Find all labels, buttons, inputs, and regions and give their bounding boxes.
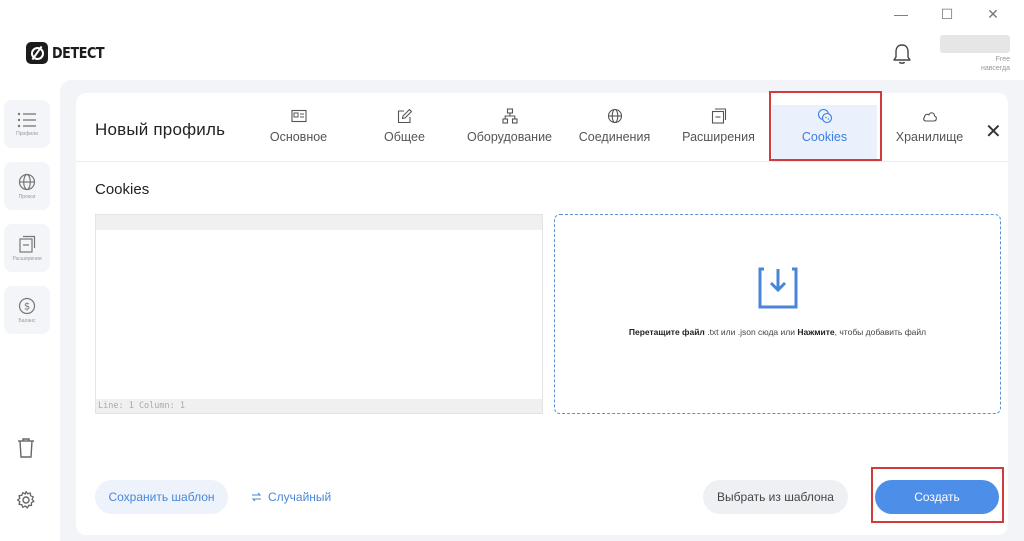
app-logo: DETECT (26, 42, 113, 64)
tab-label: Оборудование (466, 130, 553, 144)
cookie-editor[interactable]: Line: 1 Column: 1 (95, 214, 543, 414)
modal-title: Новый профиль (95, 120, 226, 139)
svg-text:$: $ (24, 301, 30, 312)
sidebar-item-proxy[interactable]: Прокси (4, 162, 50, 210)
dropzone-text-part: , чтобы добавить файл (834, 327, 927, 337)
trash-icon[interactable] (16, 437, 36, 459)
tab-general[interactable]: Общее (352, 105, 457, 161)
file-dropzone[interactable]: Перетащите файл .txt или .json сюда или … (554, 214, 1001, 414)
dollar-icon: $ (18, 297, 36, 314)
section-title: Cookies (95, 181, 150, 198)
id-card-icon (290, 109, 307, 123)
editor-status-bar: Line: 1 Column: 1 (96, 399, 542, 413)
logo-icon (26, 42, 48, 64)
tab-label: Соединения (578, 130, 651, 144)
close-window-button[interactable]: ✕ (970, 4, 1016, 24)
sidebar-item-label: Прокси (18, 193, 36, 200)
highlight-annotation (871, 467, 1004, 523)
random-button-label: Случайный (268, 490, 332, 504)
plan-duration: навсегда (980, 65, 1010, 72)
dropzone-click-link[interactable]: Нажмите (797, 327, 834, 337)
list-icon (17, 112, 36, 127)
current-line-highlight (96, 215, 542, 230)
maximize-button[interactable]: ☐ (924, 4, 970, 24)
tab-extensions[interactable]: Расширения (666, 105, 771, 161)
save-template-button[interactable]: Сохранить шаблон (95, 480, 228, 514)
extensions-icon (19, 235, 36, 253)
sidebar-item-label: Баланс (18, 317, 36, 324)
sidebar-item-balance[interactable]: $ Баланс (4, 286, 50, 334)
globe-icon (18, 173, 36, 190)
tab-label: Основное (269, 130, 328, 144)
window-controls: — ☐ ✕ (878, 4, 1016, 24)
user-account[interactable]: Free навсегда (940, 35, 1010, 73)
sidebar-item-label: Профили (16, 130, 38, 137)
tab-basic[interactable]: Основное (246, 105, 351, 161)
dropzone-text-bold: Перетащите файл (628, 327, 705, 337)
user-avatar (940, 35, 1010, 53)
sidebar-item-extensions[interactable]: Расширения (4, 224, 50, 272)
highlight-annotation (769, 91, 882, 161)
random-button[interactable]: Случайный (251, 480, 331, 514)
sidebar: Профили Прокси Расширения $ Баланс (0, 92, 56, 541)
minimize-button[interactable]: — (878, 4, 924, 24)
cloud-icon (922, 112, 937, 122)
tab-label: Хранилище (895, 130, 964, 144)
brand-name: DETECT (52, 44, 105, 62)
edit-icon (397, 108, 412, 124)
extensions-icon (711, 108, 726, 124)
plan-label: Free (995, 56, 1010, 63)
tab-label: Расширения (682, 130, 755, 144)
download-icon (758, 267, 798, 309)
globe-icon (607, 108, 622, 124)
sidebar-item-profiles[interactable]: Профили (4, 100, 50, 148)
dropzone-text-part: .txt или .json сюда или (704, 327, 798, 337)
tab-hardware[interactable]: Оборудование (457, 105, 562, 161)
gear-icon[interactable] (16, 490, 36, 510)
divider (76, 161, 1008, 162)
bell-icon[interactable] (891, 42, 913, 66)
tab-storage[interactable]: Хранилище (877, 105, 982, 161)
new-profile-modal: Новый профиль Основное Общее Оборудовани… (76, 91, 1008, 535)
dropzone-text: Перетащите файл .txt или .json сюда или … (555, 327, 1000, 337)
swap-icon (251, 492, 262, 502)
close-icon[interactable]: ✕ (985, 119, 1002, 144)
choose-template-button[interactable]: Выбрать из шаблона (703, 480, 848, 514)
tab-connections[interactable]: Соединения (562, 105, 667, 161)
sidebar-item-label: Расширения (12, 255, 42, 262)
tab-label: Общее (384, 130, 425, 144)
hierarchy-icon (501, 108, 518, 124)
